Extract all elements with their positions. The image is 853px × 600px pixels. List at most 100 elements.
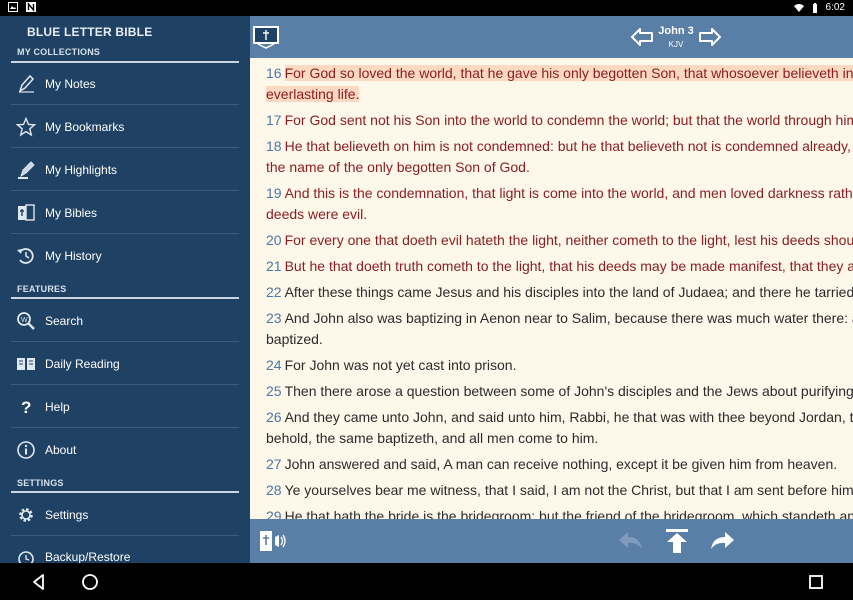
drawer-item-label: Daily Reading: [45, 357, 120, 371]
forward-button[interactable]: [707, 527, 737, 555]
item-divider: [11, 384, 239, 385]
verse-number: 18: [266, 138, 282, 154]
blb-logo-icon[interactable]: [252, 22, 280, 50]
history-icon: [16, 246, 36, 266]
app-title: BLUE LETTER BIBLE: [27, 25, 153, 39]
section-label-settings: SETTINGS: [17, 478, 64, 488]
bottom-toolbar: [250, 519, 853, 563]
info-icon: [16, 440, 36, 460]
verse-16[interactable]: 16 For God so loved the world, that he ga…: [266, 63, 853, 84]
current-book-chapter[interactable]: John 3: [652, 25, 700, 37]
item-divider: [11, 427, 239, 428]
verse-25[interactable]: 25 Then there arose a question between so…: [266, 381, 853, 402]
verse-21[interactable]: 21 But he that doeth truth cometh to the …: [266, 256, 853, 277]
drawer-item-my-highlights[interactable]: My Highlights: [0, 150, 250, 190]
verse-26[interactable]: 26 And they came unto John, and said unto…: [266, 407, 853, 428]
verse-text: everlasting life.: [266, 86, 360, 102]
system-home-icon[interactable]: [80, 572, 100, 592]
current-version[interactable]: KJV: [652, 40, 700, 49]
verse-19[interactable]: 19 And this is the condemnation, that lig…: [266, 183, 853, 204]
drawer-item-help[interactable]: ? Help: [0, 387, 250, 427]
drawer-item-about[interactable]: About: [0, 430, 250, 470]
verse-29[interactable]: 29 He that hath the bride is the bridegro…: [266, 506, 853, 519]
section-divider: [11, 61, 239, 63]
section-divider: [11, 297, 239, 299]
photo-notification-icon: [8, 2, 18, 12]
drawer-item-my-notes[interactable]: My Notes: [0, 64, 250, 104]
system-back-icon[interactable]: [29, 572, 49, 592]
drawer-item-my-bookmarks[interactable]: My Bookmarks: [0, 107, 250, 147]
verse-18[interactable]: 18 He that believeth on him is not condem…: [266, 136, 853, 157]
drawer-item-label: Settings: [45, 508, 89, 522]
n-notification-icon: [26, 2, 36, 12]
verse-text: After these things came Jesus and his di…: [284, 284, 853, 300]
verse-number: 29: [266, 508, 282, 519]
verse-26-continued[interactable]: behold, the same baptizeth, and all men …: [266, 428, 853, 449]
search-icon: W: [16, 311, 36, 331]
item-divider: [11, 147, 239, 148]
verse-text: the name of the only begotten Son of God…: [266, 159, 530, 175]
status-time: 6:02: [825, 2, 845, 13]
verse-text: For God sent not his Son into the world …: [284, 112, 853, 128]
audio-bible-icon: [260, 531, 286, 551]
scroll-to-top-button[interactable]: [662, 527, 692, 555]
drawer-item-label: Search: [45, 314, 84, 328]
back-button[interactable]: [616, 527, 646, 555]
system-recents-icon[interactable]: [806, 572, 826, 592]
scripture-reader[interactable]: 16 For God so loved the world, that he ga…: [250, 58, 853, 519]
item-divider: [11, 535, 239, 536]
item-divider: [11, 233, 239, 234]
verse-16-continued[interactable]: everlasting life.: [266, 84, 853, 105]
star-icon: [16, 117, 36, 137]
verse-number: 24: [266, 357, 282, 373]
verse-text: deeds were evil.: [266, 206, 368, 222]
verse-text: For every one that doeth evil hateth the…: [284, 232, 853, 248]
drawer-item-label: My Highlights: [45, 163, 118, 177]
verse-28[interactable]: 28 Ye yourselves bear me witness, that I …: [266, 480, 853, 501]
drawer-item-my-bibles[interactable]: My Bibles: [0, 193, 250, 233]
item-divider: [11, 190, 239, 191]
drawer-item-label: My Bookmarks: [45, 120, 125, 134]
verse-number: 22: [266, 284, 282, 300]
audio-bible-button[interactable]: [258, 527, 288, 555]
verse-19-continued[interactable]: deeds were evil.: [266, 204, 853, 225]
highlighter-icon: [16, 160, 36, 180]
backup-icon: [16, 547, 36, 563]
verse-number: 16: [266, 65, 282, 81]
verse-27[interactable]: 27 John answered and said, A man can rece…: [266, 454, 853, 475]
verse-text: But he that doeth truth cometh to the li…: [284, 258, 853, 274]
verse-17[interactable]: 17 For God sent not his Son into the worl…: [266, 110, 853, 131]
verse-text: John answered and said, A man can receiv…: [284, 456, 838, 472]
top-toolbar: John 3 KJV: [250, 16, 853, 58]
verse-20[interactable]: 20 For every one that doeth evil hateth t…: [266, 230, 853, 251]
next-chapter-icon[interactable]: [698, 27, 722, 47]
verse-23-continued[interactable]: baptized.: [266, 329, 853, 350]
svg-text:W: W: [21, 317, 28, 324]
pen-icon: [16, 74, 36, 94]
drawer-item-label: About: [45, 443, 77, 457]
verse-22[interactable]: 22 After these things came Jesus and his …: [266, 282, 853, 303]
verse-number: 21: [266, 258, 282, 274]
section-divider: [11, 491, 239, 493]
verse-24[interactable]: 24 For John was not yet cast into prison.: [266, 355, 853, 376]
verse-text: And this is the condemnation, that light…: [284, 185, 853, 201]
drawer-item-label: My History: [45, 249, 102, 263]
drawer-item-backup-restore[interactable]: Backup/Restore: [0, 537, 250, 563]
item-divider: [11, 104, 239, 105]
navigation-drawer: BLUE LETTER BIBLE MY COLLECTIONS My Note…: [0, 16, 250, 563]
question-icon: ?: [16, 397, 36, 417]
drawer-item-daily-reading[interactable]: Daily Reading: [0, 344, 250, 384]
reply-arrow-icon: [619, 532, 642, 549]
drawer-item-settings[interactable]: Settings: [0, 495, 250, 535]
previous-chapter-icon[interactable]: [630, 27, 654, 47]
drawer-item-label: Backup/Restore: [45, 550, 131, 563]
drawer-item-search[interactable]: W Search: [0, 301, 250, 341]
verse-18-continued[interactable]: the name of the only begotten Son of God…: [266, 157, 853, 178]
battery-icon: [812, 2, 817, 13]
verse-number: 28: [266, 482, 282, 498]
verse-text: Then there arose a question between some…: [284, 383, 853, 399]
verse-23[interactable]: 23 And John also was baptizing in Aenon n…: [266, 308, 853, 329]
drawer-item-my-history[interactable]: My History: [0, 236, 250, 276]
item-divider: [11, 341, 239, 342]
verse-text: He that believeth on him is not condemne…: [284, 138, 853, 154]
